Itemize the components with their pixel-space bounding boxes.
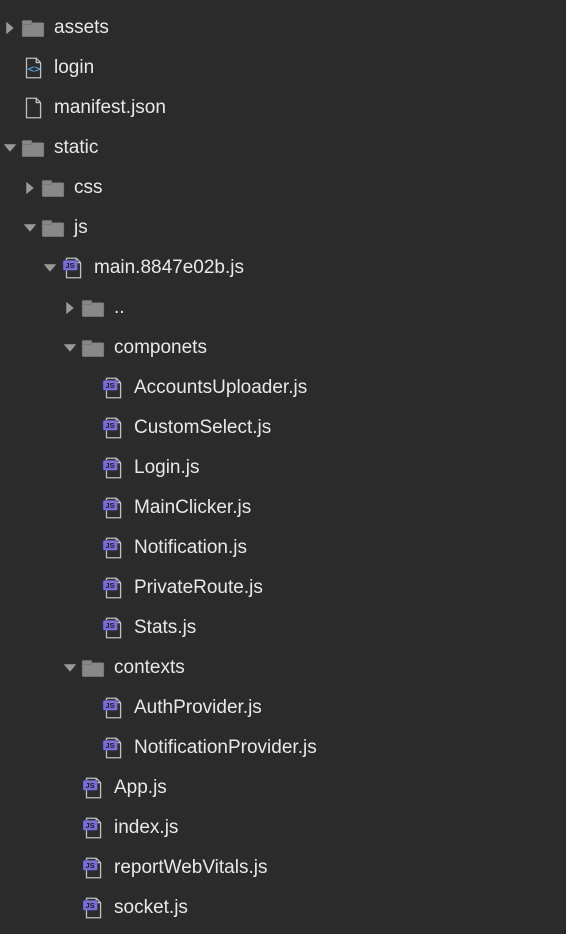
- tree-item-label: manifest.json: [54, 97, 166, 119]
- tree-item-label: static: [54, 137, 98, 159]
- tree-item[interactable]: ..: [0, 288, 566, 328]
- js-file-icon: [80, 815, 106, 841]
- js-file-icon: [100, 495, 126, 521]
- tree-item-label: CustomSelect.js: [134, 417, 271, 439]
- tree-item[interactable]: Stats.js: [0, 608, 566, 648]
- js-file-icon: [100, 535, 126, 561]
- folder-icon: [80, 655, 106, 681]
- tree-item[interactable]: App.js: [0, 768, 566, 808]
- js-file-icon: [80, 855, 106, 881]
- tree-item[interactable]: socket.js: [0, 888, 566, 928]
- tree-item[interactable]: componets: [0, 328, 566, 368]
- html-file-icon: [20, 55, 46, 81]
- tree-item-label: assets: [54, 17, 109, 39]
- chevron-right-icon[interactable]: [60, 298, 80, 318]
- file-icon: [20, 95, 46, 121]
- chevron-right-icon[interactable]: [20, 178, 40, 198]
- js-file-icon: [100, 695, 126, 721]
- js-file-icon: [80, 895, 106, 921]
- tree-item-label: ..: [114, 297, 125, 319]
- folder-icon: [80, 295, 106, 321]
- chevron-down-icon[interactable]: [40, 258, 60, 278]
- chevron-right-icon[interactable]: [0, 18, 20, 38]
- tree-item-label: js: [74, 217, 88, 239]
- tree-item[interactable]: index.js: [0, 808, 566, 848]
- tree-item-label: Notification.js: [134, 537, 247, 559]
- tree-item[interactable]: MainClicker.js: [0, 488, 566, 528]
- js-file-icon: [100, 735, 126, 761]
- tree-item[interactable]: Notification.js: [0, 528, 566, 568]
- folder-icon: [40, 215, 66, 241]
- folder-icon: [20, 15, 46, 41]
- tree-item-label: index.js: [114, 817, 178, 839]
- tree-item[interactable]: reportWebVitals.js: [0, 848, 566, 888]
- js-file-icon: [100, 575, 126, 601]
- js-file-icon: [100, 415, 126, 441]
- folder-icon: [40, 175, 66, 201]
- js-file-icon: [100, 375, 126, 401]
- file-tree: assets login manifest.json static css js main.…: [0, 8, 566, 928]
- tree-item-label: AuthProvider.js: [134, 697, 262, 719]
- tree-item[interactable]: static: [0, 128, 566, 168]
- tree-item[interactable]: manifest.json: [0, 88, 566, 128]
- tree-item-label: PrivateRoute.js: [134, 577, 263, 599]
- chevron-down-icon[interactable]: [20, 218, 40, 238]
- tree-item-label: main.8847e02b.js: [94, 257, 244, 279]
- tree-item[interactable]: login: [0, 48, 566, 88]
- tree-item[interactable]: js: [0, 208, 566, 248]
- chevron-down-icon[interactable]: [60, 338, 80, 358]
- tree-item[interactable]: AccountsUploader.js: [0, 368, 566, 408]
- tree-item-label: componets: [114, 337, 207, 359]
- chevron-down-icon[interactable]: [60, 658, 80, 678]
- tree-item[interactable]: main.8847e02b.js: [0, 248, 566, 288]
- js-file-icon: [60, 255, 86, 281]
- folder-icon: [20, 135, 46, 161]
- tree-item-label: AccountsUploader.js: [134, 377, 307, 399]
- tree-item-label: App.js: [114, 777, 167, 799]
- tree-item[interactable]: contexts: [0, 648, 566, 688]
- tree-item[interactable]: assets: [0, 8, 566, 48]
- js-file-icon: [80, 775, 106, 801]
- tree-item[interactable]: Login.js: [0, 448, 566, 488]
- chevron-down-icon[interactable]: [0, 138, 20, 158]
- tree-item[interactable]: css: [0, 168, 566, 208]
- tree-item-label: reportWebVitals.js: [114, 857, 267, 879]
- js-file-icon: [100, 615, 126, 641]
- tree-item-label: MainClicker.js: [134, 497, 251, 519]
- tree-item-label: css: [74, 177, 103, 199]
- tree-item-label: Login.js: [134, 457, 200, 479]
- tree-item-label: NotificationProvider.js: [134, 737, 317, 759]
- tree-item-label: socket.js: [114, 897, 188, 919]
- tree-item-label: Stats.js: [134, 617, 196, 639]
- tree-item[interactable]: NotificationProvider.js: [0, 728, 566, 768]
- tree-item[interactable]: CustomSelect.js: [0, 408, 566, 448]
- js-file-icon: [100, 455, 126, 481]
- tree-item-label: contexts: [114, 657, 185, 679]
- folder-icon: [80, 335, 106, 361]
- tree-item[interactable]: AuthProvider.js: [0, 688, 566, 728]
- tree-item[interactable]: PrivateRoute.js: [0, 568, 566, 608]
- tree-item-label: login: [54, 57, 94, 79]
